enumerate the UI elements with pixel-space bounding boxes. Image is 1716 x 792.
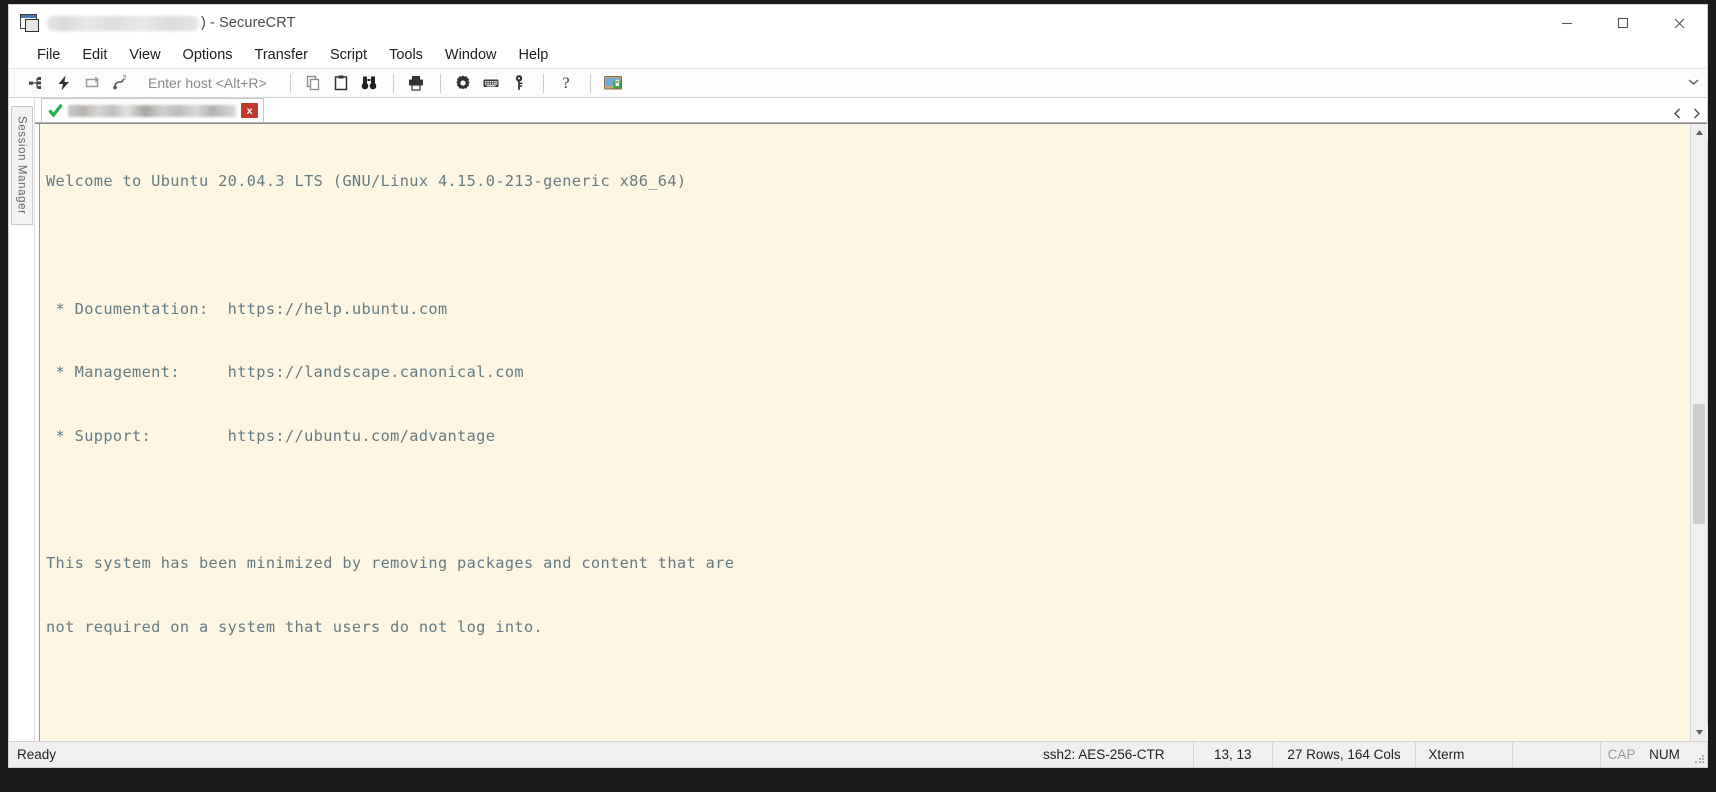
- menu-script[interactable]: Script: [319, 44, 378, 66]
- status-ready: Ready: [17, 747, 57, 762]
- toolbar-separator: [289, 73, 291, 93]
- paste-icon[interactable]: [328, 71, 355, 95]
- terminal-vertical-scrollbar[interactable]: [1690, 124, 1708, 741]
- menu-file[interactable]: File: [26, 44, 71, 66]
- window-controls: [1539, 5, 1707, 41]
- minimize-button[interactable]: [1539, 5, 1595, 41]
- terminal-area: Welcome to Ubuntu 20.04.3 LTS (GNU/Linux…: [35, 123, 1708, 741]
- toolbar-separator: [439, 73, 441, 93]
- secure-window-icon[interactable]: [600, 71, 627, 95]
- copy-icon[interactable]: [300, 71, 327, 95]
- sidebar-item-session-manager[interactable]: Session Manager: [10, 106, 33, 225]
- sidebar-item-label: Session Manager: [15, 116, 28, 215]
- toolbar-separator: [392, 73, 394, 93]
- terminal-line: This system has been minimized by removi…: [46, 553, 735, 572]
- status-num-lock: NUM: [1649, 747, 1680, 762]
- session-manager-sidebar: Session Manager: [9, 98, 35, 741]
- tab-navigation: [1673, 108, 1701, 119]
- securecrt-window: ) - SecureCRT File Edit View Options Tra…: [8, 4, 1708, 768]
- title-bar: ) - SecureCRT: [9, 5, 1707, 41]
- tab-close-button[interactable]: x: [241, 103, 258, 118]
- scroll-down-arrow-icon[interactable]: [1690, 724, 1708, 741]
- chevron-right-icon[interactable]: [1692, 108, 1701, 119]
- session-tab-strip: x: [35, 98, 1707, 123]
- chevron-left-icon[interactable]: [1673, 108, 1682, 119]
- menu-tools[interactable]: Tools: [378, 44, 434, 66]
- menu-window[interactable]: Window: [434, 44, 508, 66]
- green-check-icon: [48, 103, 63, 118]
- toolbar-overflow-chevron[interactable]: [1688, 78, 1699, 88]
- gear-icon[interactable]: [450, 71, 477, 95]
- help-icon[interactable]: ?: [553, 71, 580, 95]
- terminal-line: not required on a system that users do n…: [46, 617, 544, 636]
- workspace: Session Manager x Welcome to Ubuntu 20.0…: [9, 98, 1708, 741]
- status-encryption: ssh2: AES-256-CTR: [1029, 742, 1194, 767]
- terminal-line: * Support: https://ubuntu.com/advantage: [46, 426, 496, 445]
- main-column: x Welcome to Ubuntu 20.04.3 LTS (GNU/Lin…: [35, 98, 1708, 741]
- status-bar: Ready ssh2: AES-256-CTR 13, 13 27 Rows, …: [9, 741, 1707, 767]
- svg-text:2: 2: [122, 75, 126, 82]
- close-button[interactable]: [1651, 5, 1707, 41]
- host-input[interactable]: Enter host <Alt+R>: [144, 73, 271, 93]
- status-cursor-position: 13, 13: [1194, 742, 1273, 767]
- terminal-line: Welcome to Ubuntu 20.04.3 LTS (GNU/Linux…: [46, 172, 687, 191]
- toolbar: 2 Enter host <Alt+R> ?: [9, 68, 1707, 98]
- toolbar-separator: [542, 73, 544, 93]
- menu-edit[interactable]: Edit: [71, 44, 118, 66]
- menu-help[interactable]: Help: [508, 44, 560, 66]
- menu-view[interactable]: View: [118, 44, 171, 66]
- scrollbar-thumb[interactable]: [1693, 404, 1705, 524]
- session-tab-label-redacted: [68, 104, 236, 117]
- terminal-line: * Documentation: https://help.ubuntu.com: [46, 299, 448, 318]
- terminal-screen[interactable]: Welcome to Ubuntu 20.04.3 LTS (GNU/Linux…: [40, 124, 1690, 741]
- status-emulation: Xterm: [1416, 742, 1513, 767]
- key-icon[interactable]: [506, 71, 533, 95]
- find-icon[interactable]: [356, 71, 383, 95]
- resize-grip-icon[interactable]: [1687, 742, 1707, 767]
- scroll-up-arrow-icon[interactable]: [1690, 124, 1708, 141]
- menu-bar: File Edit View Options Transfer Script T…: [9, 41, 1707, 68]
- toolbar-separator: [589, 73, 591, 93]
- disconnect-icon[interactable]: 2: [106, 71, 133, 95]
- print-icon[interactable]: [403, 71, 430, 95]
- page-title: ) - SecureCRT: [201, 15, 296, 31]
- keyboard-icon[interactable]: [478, 71, 505, 95]
- status-caps-lock: CAP: [1607, 747, 1636, 762]
- status-dimensions: 27 Rows, 164 Cols: [1273, 742, 1417, 767]
- connect-icon[interactable]: [22, 71, 49, 95]
- maximize-button[interactable]: [1595, 5, 1651, 41]
- svg-text:?: ?: [563, 75, 570, 92]
- terminal-line: * Management: https://landscape.canonica…: [46, 363, 524, 382]
- status-spacer: [1513, 742, 1601, 767]
- quick-connect-icon[interactable]: [50, 71, 77, 95]
- menu-transfer[interactable]: Transfer: [244, 44, 319, 66]
- session-tab[interactable]: x: [41, 98, 264, 122]
- window-title-redacted: [47, 15, 199, 31]
- menu-options[interactable]: Options: [172, 44, 244, 66]
- securecrt-icon: [19, 12, 41, 34]
- reconnect-icon[interactable]: [78, 71, 105, 95]
